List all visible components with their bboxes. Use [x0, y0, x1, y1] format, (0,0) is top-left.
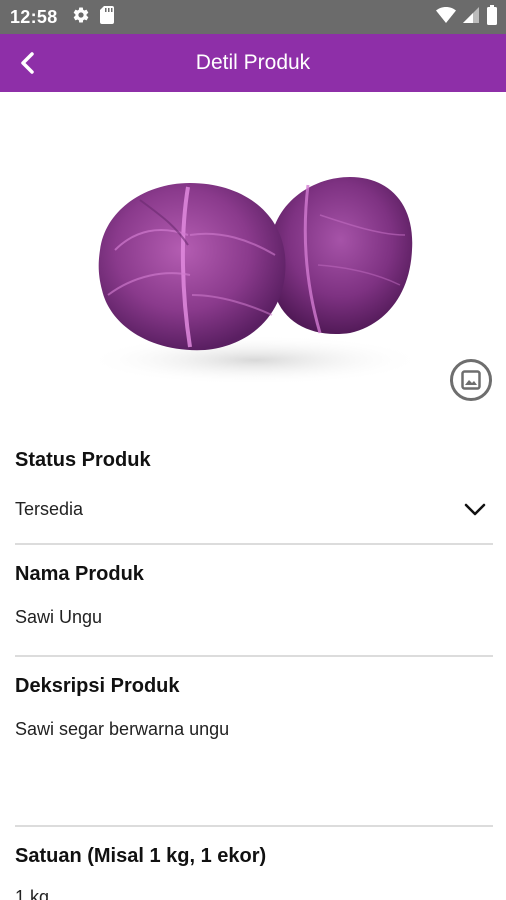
cell-signal-icon	[462, 6, 480, 29]
status-value: Tersedia	[15, 499, 84, 519]
back-arrow-icon	[21, 52, 34, 74]
unit-field: Satuan (Misal 1 kg, 1 ekor)	[15, 845, 493, 868]
status-dropdown[interactable]: Tersedia	[15, 497, 493, 523]
divider	[15, 655, 493, 657]
name-value: Sawi Ungu	[15, 607, 103, 627]
status-time: 12:58	[10, 6, 58, 27]
gallery-button[interactable]	[450, 359, 492, 401]
description-input[interactable]: Sawi segar berwarna ungu	[15, 717, 493, 807]
app-bar: Detil Produk	[0, 34, 506, 92]
page-title: Detil Produk	[195, 51, 311, 74]
divider	[15, 543, 493, 545]
settings-icon	[72, 6, 90, 29]
sd-card-icon	[99, 5, 114, 29]
status-label: Status Produk	[15, 449, 151, 471]
product-image	[85, 177, 425, 385]
description-value: Sawi segar berwarna ungu	[15, 719, 230, 739]
divider	[15, 825, 493, 827]
unit-value: 1 kg	[15, 887, 50, 900]
status-bar: 12:58	[0, 0, 506, 34]
description-field: Deksripsi Produk	[15, 675, 493, 698]
status-field: Status Produk	[15, 449, 493, 472]
battery-icon	[486, 4, 498, 30]
name-field: Nama Produk	[15, 563, 493, 586]
unit-label: Satuan (Misal 1 kg, 1 ekor)	[15, 845, 267, 867]
chevron-down-icon[interactable]	[463, 497, 487, 526]
back-button[interactable]	[12, 47, 44, 79]
wifi-icon	[436, 6, 456, 29]
unit-input[interactable]: 1 kg	[15, 885, 493, 900]
image-icon	[461, 370, 481, 390]
description-label: Deksripsi Produk	[15, 675, 180, 697]
name-input[interactable]: Sawi Ungu	[15, 605, 493, 631]
name-label: Nama Produk	[15, 563, 144, 585]
